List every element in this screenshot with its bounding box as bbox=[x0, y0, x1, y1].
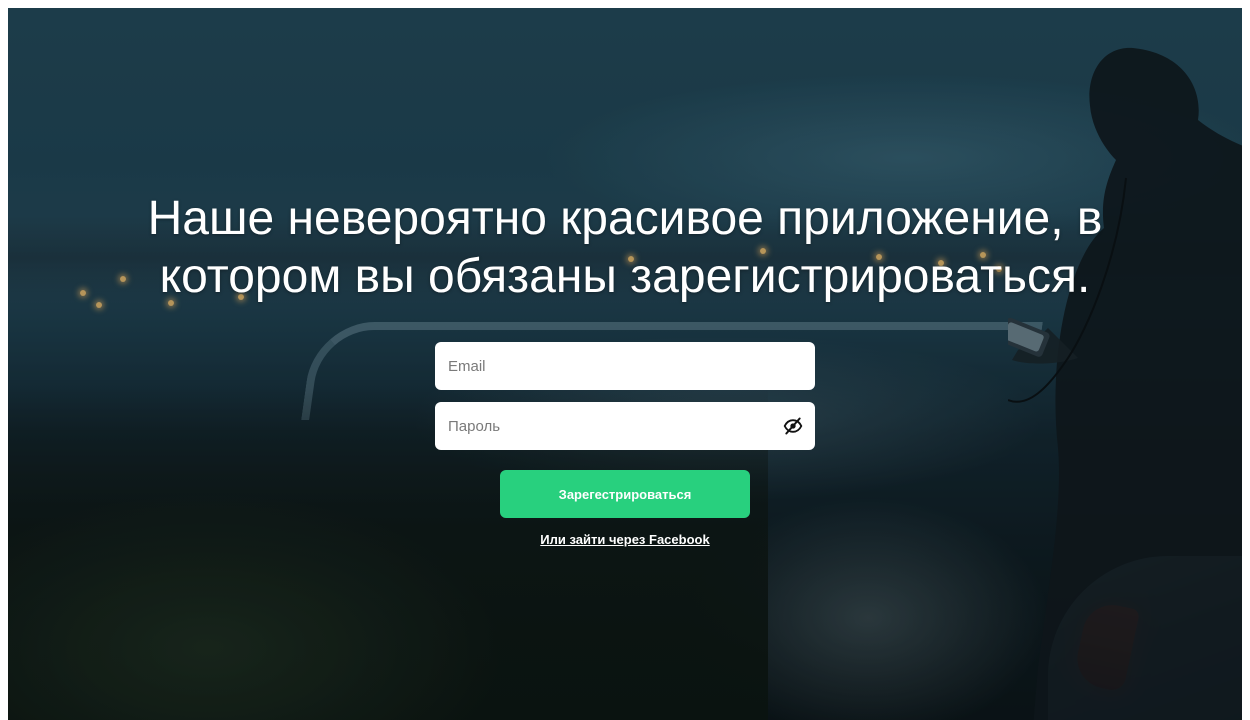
password-input[interactable] bbox=[435, 402, 815, 450]
register-button[interactable]: Зарегестрироваться bbox=[500, 470, 750, 518]
eye-off-icon[interactable] bbox=[783, 416, 803, 436]
page-frame: Наше невероятно красивое приложение, в к… bbox=[8, 8, 1242, 720]
facebook-login-link[interactable]: Или зайти через Facebook bbox=[540, 532, 709, 547]
email-input[interactable] bbox=[435, 342, 815, 390]
facebook-login-row: Или зайти через Facebook bbox=[8, 532, 1242, 547]
email-field-wrapper bbox=[435, 342, 815, 390]
page-headline: Наше невероятно красивое приложение, в к… bbox=[147, 192, 1103, 303]
password-field-wrapper bbox=[435, 402, 815, 450]
signup-section: Наше невероятно красивое приложение, в к… bbox=[8, 8, 1242, 720]
